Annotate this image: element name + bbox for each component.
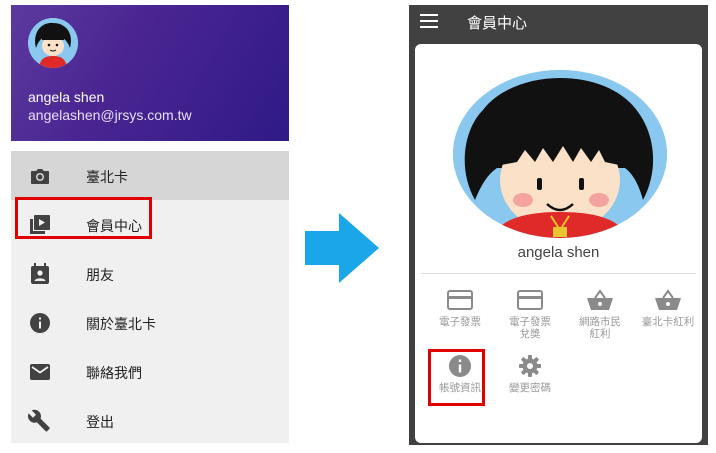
card-icon [517, 290, 543, 310]
menu-item-taipei-card[interactable]: 臺北卡 [11, 151, 289, 200]
menu-item-logout[interactable]: 登出 [11, 396, 289, 443]
profile-avatar-image [453, 70, 667, 238]
calendar-person-icon [31, 263, 49, 284]
user-name: angela shen [28, 89, 105, 105]
drawer-menu: 臺北卡 會員中心 朋友 關於臺北卡 聯絡我們 登出 [11, 151, 289, 443]
basket-icon [655, 289, 681, 310]
gear-icon [519, 355, 541, 377]
feature-citizen-bonus[interactable]: 網路市民 紅利 [567, 288, 633, 340]
mail-icon [30, 364, 50, 380]
feature-e-invoice[interactable]: 電子發票 [427, 288, 493, 328]
feature-taipei-card-bonus[interactable]: 臺北卡紅利 [635, 288, 701, 328]
feature-change-password[interactable]: 變更密碼 [497, 354, 563, 394]
basket-icon [587, 289, 613, 310]
avatar-image [28, 18, 78, 68]
feature-label: 變更密碼 [509, 382, 551, 394]
menu-item-contact[interactable]: 聯絡我們 [11, 347, 289, 396]
wrench-icon [28, 409, 50, 432]
drawer-divider [11, 141, 289, 151]
feature-label: 電子發票 [439, 316, 481, 328]
profile-name: angela shen [517, 244, 600, 261]
menu-item-label: 朋友 [86, 267, 114, 283]
app-bar: 會員中心 [409, 5, 708, 38]
menu-item-label: 聯絡我們 [86, 365, 142, 381]
avatar[interactable] [28, 18, 78, 68]
menu-item-label: 登出 [86, 414, 114, 430]
hamburger-menu-icon[interactable] [420, 14, 440, 28]
menu-item-friends[interactable]: 朋友 [11, 249, 289, 298]
page-title: 會員中心 [467, 15, 528, 32]
menu-item-label: 關於臺北卡 [86, 316, 156, 332]
menu-item-about[interactable]: 關於臺北卡 [11, 298, 289, 347]
profile-divider [421, 273, 696, 274]
feature-e-invoice-prize[interactable]: 電子發票 兌獎 [497, 288, 563, 340]
menu-item-label: 臺北卡 [86, 169, 128, 185]
profile-avatar[interactable] [453, 70, 667, 238]
user-email: angelashen@jrsys.com.tw [28, 107, 192, 123]
info-icon [30, 313, 50, 333]
feature-label: 電子發票 兌獎 [509, 316, 551, 340]
highlight-box-account-info [428, 349, 485, 406]
feature-label: 臺北卡紅利 [641, 316, 695, 328]
camera-icon [31, 169, 49, 184]
highlight-box-member-center [15, 197, 152, 239]
right-arrow-icon [305, 213, 379, 283]
card-icon [447, 290, 473, 310]
drawer-header: angela shen angelashen@jrsys.com.tw [11, 5, 289, 141]
feature-label: 網路市民 紅利 [579, 316, 621, 340]
